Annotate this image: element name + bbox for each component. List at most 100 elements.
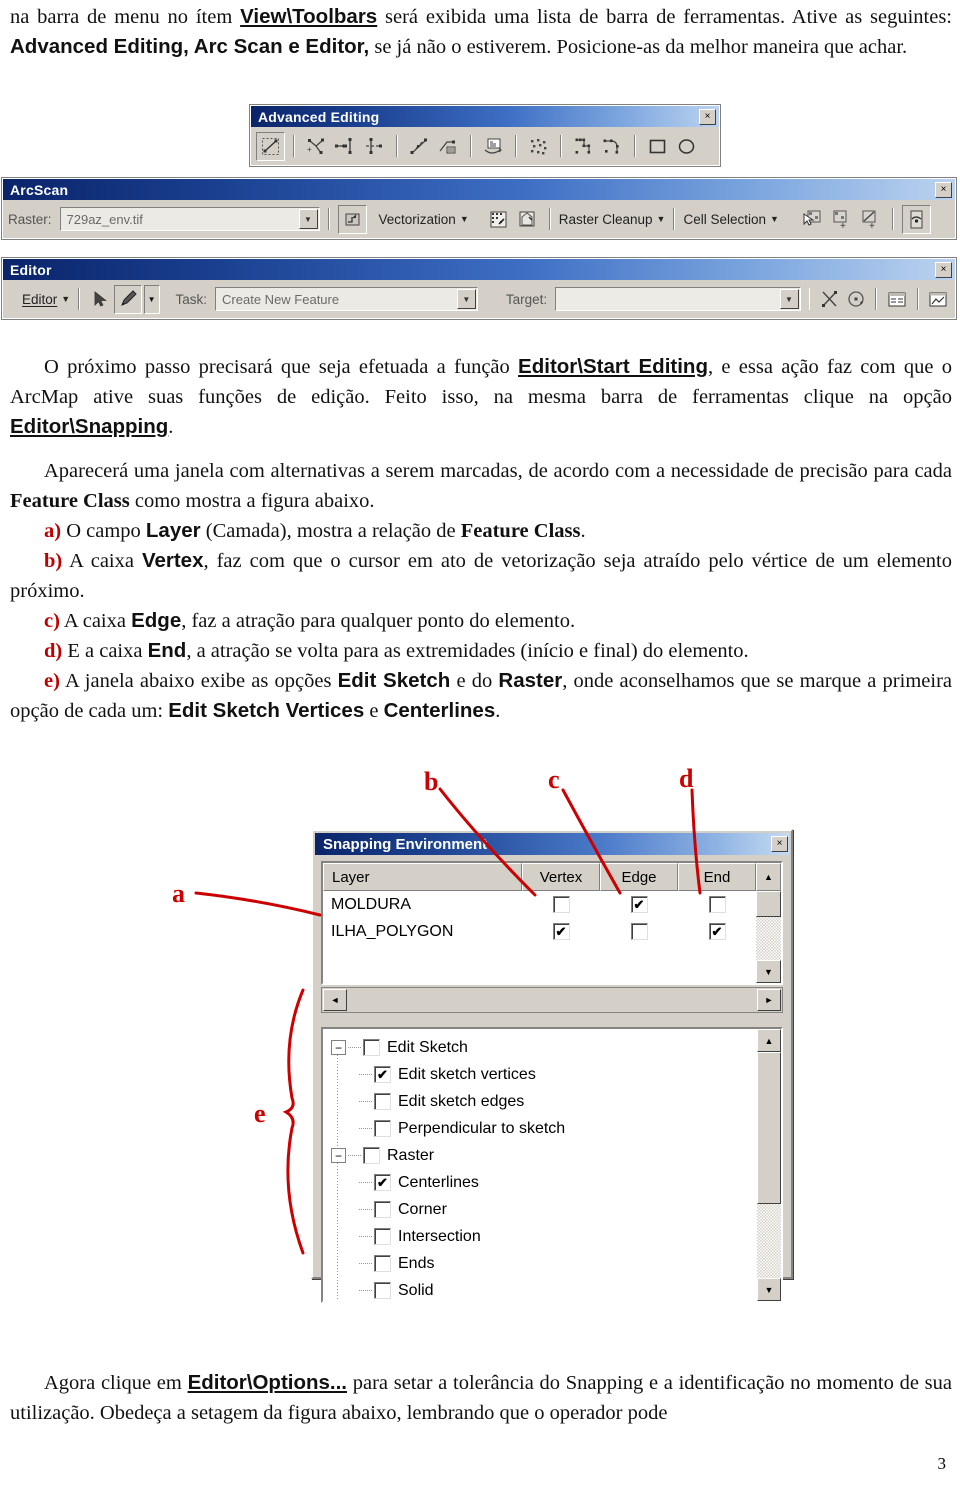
raster-painting-icon[interactable]: [485, 206, 512, 233]
select-connected-cells-icon[interactable]: [799, 206, 826, 233]
checkbox-moldura-end[interactable]: [708, 896, 726, 913]
tree-vertical-scrollbar[interactable]: ▲ ▼: [757, 1029, 781, 1301]
scrollbar-thumb[interactable]: [756, 891, 781, 917]
scroll-right-button[interactable]: ►: [757, 989, 781, 1011]
close-icon[interactable]: ×: [935, 261, 952, 278]
explode-multipart-icon[interactable]: [525, 133, 552, 160]
smooth-icon[interactable]: [599, 133, 626, 160]
generalize-icon[interactable]: [570, 133, 597, 160]
toolbar-arcscan[interactable]: ArcScan × Raster: 729az_env.tif ▼ Vector…: [2, 178, 956, 239]
checkbox-moldura-vertex[interactable]: [552, 896, 570, 913]
column-header-vertex[interactable]: Vertex: [522, 863, 600, 891]
scrollbar-track[interactable]: [348, 989, 756, 1011]
add-connected-cells-icon[interactable]: +: [828, 206, 855, 233]
magic-erase-icon[interactable]: [514, 206, 541, 233]
snapping-environment-dialog[interactable]: Snapping Environment × Layer Vertex Edge…: [311, 829, 793, 1303]
expander-icon[interactable]: −: [331, 1040, 346, 1055]
checkbox-ilha-end[interactable]: ✔: [708, 923, 726, 940]
checkbox-moldura-edge[interactable]: ✔: [630, 896, 648, 913]
tree-node-raster[interactable]: − Raster: [331, 1142, 757, 1169]
line-intersection-icon[interactable]: [406, 133, 433, 160]
split-tool-icon[interactable]: [818, 286, 841, 313]
extend-to-icon[interactable]: [332, 133, 359, 160]
column-header-edge[interactable]: Edge: [600, 863, 678, 891]
tree-node-edit-sketch[interactable]: − Edit Sketch: [331, 1034, 757, 1061]
checkbox-solid[interactable]: [374, 1282, 391, 1299]
cell-vertex[interactable]: [522, 896, 600, 913]
table-row[interactable]: ILHA_POLYGON ✔ ✔: [323, 918, 756, 945]
task-combobox[interactable]: Create New Feature ▼: [215, 287, 478, 311]
scrollbar-track[interactable]: [756, 917, 781, 960]
table-row[interactable]: MOLDURA ✔: [323, 891, 756, 918]
tree-scroll-up-button[interactable]: ▲: [757, 1029, 781, 1052]
tree-node-edit-sketch-edges[interactable]: Edit sketch edges: [331, 1088, 757, 1115]
trim-to-icon[interactable]: [361, 133, 388, 160]
sketch-tool-dropdown-icon[interactable]: ▼: [143, 284, 160, 314]
checkbox-edit-sketch-edges[interactable]: [374, 1093, 391, 1110]
tree-node-intersection[interactable]: Intersection: [331, 1223, 757, 1250]
tree-node-ends[interactable]: Ends: [331, 1250, 757, 1277]
cell-end[interactable]: ✔: [678, 923, 756, 940]
scrollbar-thumb[interactable]: [757, 1052, 781, 1204]
circle-tool-icon[interactable]: [673, 133, 700, 160]
chevron-down-icon[interactable]: ▼: [456, 289, 476, 309]
reshape-feature-icon[interactable]: [256, 131, 285, 161]
tree-scroll-down-button[interactable]: ▼: [757, 1278, 781, 1301]
editor-menu[interactable]: Editor ▼: [22, 292, 70, 307]
tail-bold-2: Centerlines: [383, 699, 496, 722]
attributes-icon[interactable]: [885, 286, 908, 313]
tree-node-edit-sketch-vertices[interactable]: ✔ Edit sketch vertices: [331, 1061, 757, 1088]
add-vertex-icon[interactable]: +: [303, 133, 330, 160]
tree-node-corner[interactable]: Corner: [331, 1196, 757, 1223]
raster-combobox[interactable]: 729az_env.tif ▼: [59, 207, 320, 231]
checkbox-perpendicular-to-sketch[interactable]: [374, 1120, 391, 1137]
rotate-tool-icon[interactable]: [844, 286, 867, 313]
checkbox-ends[interactable]: [374, 1255, 391, 1272]
toolbar-advanced-editing[interactable]: Advanced Editing × +: [250, 105, 720, 166]
checkbox-corner[interactable]: [374, 1201, 391, 1218]
edit-tool-icon[interactable]: [88, 286, 111, 313]
close-icon[interactable]: ×: [699, 108, 716, 125]
checkbox-intersection[interactable]: [374, 1228, 391, 1245]
target-combobox[interactable]: ▼: [555, 287, 801, 311]
cell-edge[interactable]: ✔: [600, 896, 678, 913]
rectangle-tool-icon[interactable]: [644, 133, 671, 160]
grid-scroll-down-button[interactable]: ▼: [756, 960, 781, 983]
checkbox-edit-sketch-vertices[interactable]: ✔: [374, 1066, 391, 1083]
close-icon[interactable]: ×: [935, 181, 952, 198]
chevron-down-icon[interactable]: ▼: [779, 289, 799, 309]
toolbar-editor[interactable]: Editor × Editor ▼ ▼ Task: Create New Fea…: [2, 258, 956, 319]
grid-scroll-up-button[interactable]: ▲: [756, 863, 781, 891]
column-header-end[interactable]: End: [678, 863, 756, 891]
expander-icon[interactable]: −: [331, 1148, 346, 1163]
sketch-properties-icon[interactable]: [927, 286, 950, 313]
close-icon[interactable]: ×: [771, 836, 788, 852]
vectorization-menu[interactable]: Vectorization ▼: [379, 212, 469, 227]
tree-node-perpendicular-to-sketch[interactable]: Perpendicular to sketch: [331, 1115, 757, 1142]
grid-vertical-scrollbar[interactable]: ▼: [756, 891, 781, 983]
erase-selected-cells-icon[interactable]: +: [857, 206, 884, 233]
intro-text-2: será exibida uma lista de barra de ferra…: [377, 6, 952, 28]
replace-geometry-icon[interactable]: [480, 133, 507, 160]
checkbox-ilha-edge[interactable]: [630, 923, 648, 940]
scroll-left-button[interactable]: ◄: [323, 989, 347, 1011]
cell-end[interactable]: [678, 896, 756, 913]
vectorization-trace-icon[interactable]: [901, 204, 931, 234]
cell-vertex[interactable]: ✔: [522, 923, 600, 940]
cell-selection-menu[interactable]: Cell Selection ▼: [683, 212, 778, 227]
column-header-layer[interactable]: Layer: [323, 863, 522, 891]
raster-cleanup-menu[interactable]: Raster Cleanup ▼: [559, 212, 666, 227]
sketch-tool-icon[interactable]: [113, 284, 142, 314]
grid-horizontal-scrollbar[interactable]: ◄ ►: [321, 987, 783, 1013]
tree-node-centerlines[interactable]: ✔ Centerlines: [331, 1169, 757, 1196]
checkbox-ilha-vertex[interactable]: ✔: [552, 923, 570, 940]
checkbox-centerlines[interactable]: ✔: [374, 1174, 391, 1191]
checkbox-edit-sketch[interactable]: [363, 1039, 380, 1056]
checkbox-raster[interactable]: [363, 1147, 380, 1164]
scrollbar-track[interactable]: [757, 1204, 781, 1278]
chevron-down-icon[interactable]: ▼: [298, 209, 318, 229]
proportion-icon[interactable]: [435, 133, 462, 160]
vectorization-settings-icon[interactable]: [337, 204, 367, 234]
cell-edge[interactable]: [600, 923, 678, 940]
tree-node-solid[interactable]: Solid: [331, 1277, 757, 1304]
